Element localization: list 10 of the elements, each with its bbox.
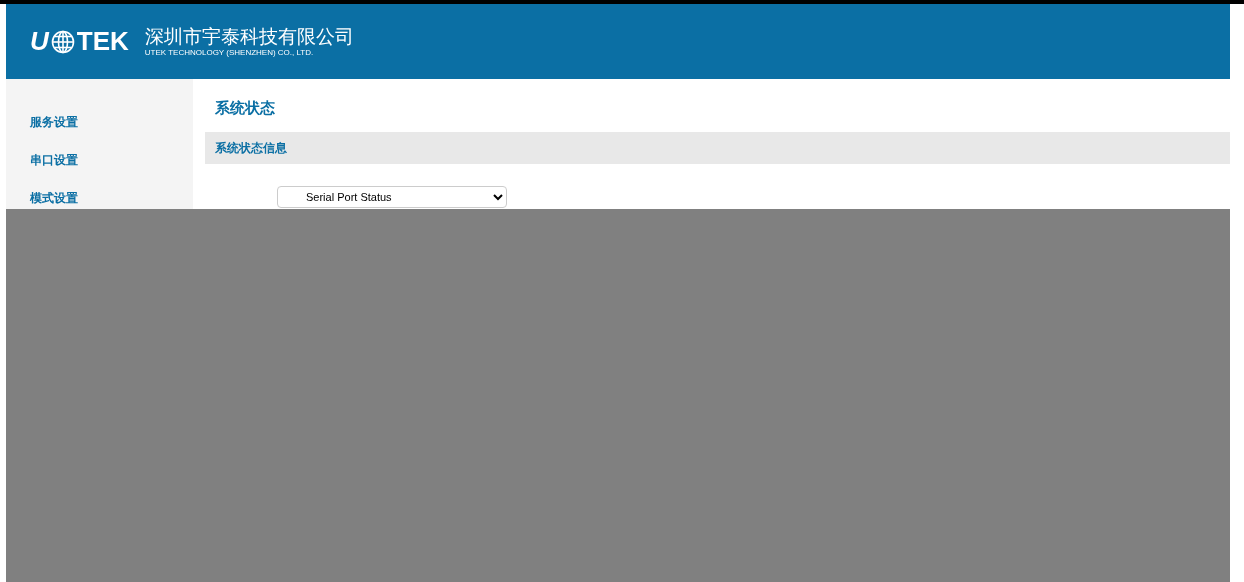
company-chinese-name: 深圳市宇泰科技有限公司 [144,24,354,49]
status-select[interactable]: Serial Port Status [277,185,507,208]
logo-letter: U [30,25,49,58]
logo-text: TEK [76,25,129,58]
sidebar-item[interactable]: 串口设置 [6,150,193,170]
page-title: 系统状态 [214,98,276,118]
sidebar-item[interactable]: 服务设置 [6,112,193,132]
sidebar-item[interactable]: 模式设置 [6,188,193,208]
company-english-name: UTEK TECHNOLOGY (SHENZHEN) CO., LTD. [144,48,315,59]
section-title: 系统状态信息 [215,139,287,157]
